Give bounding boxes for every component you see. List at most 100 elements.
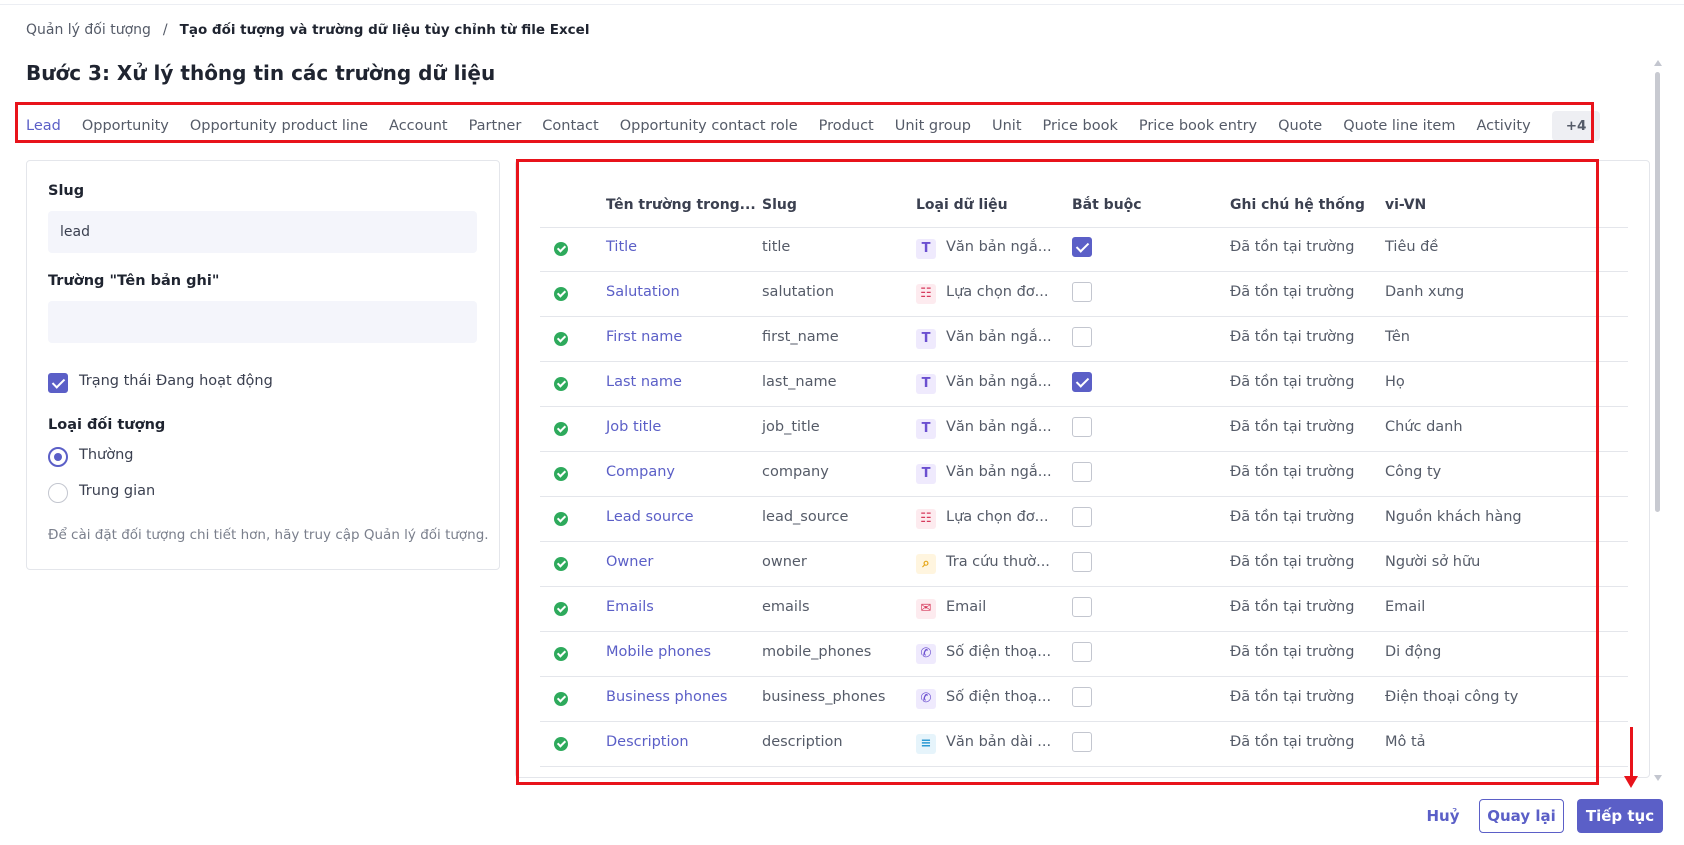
field-name-link[interactable]: Description — [606, 734, 689, 750]
required-checkbox[interactable] — [1072, 597, 1092, 617]
field-data-type: Email — [946, 599, 987, 615]
status-success-icon — [554, 332, 568, 346]
column-header-system-note: Ghi chú hệ thống — [1230, 197, 1365, 213]
required-checkbox[interactable] — [1072, 417, 1092, 437]
tab-lead[interactable]: Lead — [26, 110, 61, 142]
field-name-link[interactable]: Mobile phones — [606, 644, 711, 660]
field-name-link[interactable]: Job title — [606, 419, 661, 435]
field-data-type: Văn bản dài ... — [946, 734, 1052, 750]
required-checkbox[interactable] — [1072, 552, 1092, 572]
field-name-link[interactable]: Emails — [606, 599, 654, 615]
tab-opportunity-product-line[interactable]: Opportunity product line — [190, 110, 368, 142]
required-checkbox[interactable] — [1072, 642, 1092, 662]
field-name-link[interactable]: Last name — [606, 374, 682, 390]
top-divider — [0, 0, 1684, 5]
status-success-icon — [554, 647, 568, 661]
tab-account[interactable]: Account — [389, 110, 448, 142]
field-name-link[interactable]: Salutation — [606, 284, 680, 300]
tab-opportunity-contact-role[interactable]: Opportunity contact role — [620, 110, 798, 142]
tab-quote[interactable]: Quote — [1278, 110, 1322, 142]
object-type-normal-radio[interactable] — [48, 447, 68, 467]
required-checkbox[interactable] — [1072, 327, 1092, 347]
email-icon: ✉ — [916, 599, 936, 619]
status-success-icon — [554, 692, 568, 706]
column-header-slug: Slug — [762, 197, 797, 213]
scroll-up-arrow-icon[interactable] — [1654, 60, 1662, 66]
table-row: Company company T Văn bản ngắ... Đã tồn tại … — [540, 452, 1628, 497]
text-icon: T — [916, 329, 936, 349]
tab-contact[interactable]: Contact — [542, 110, 598, 142]
field-system-note: Đã tồn tại trường — [1230, 419, 1355, 435]
field-system-note: Đã tồn tại trường — [1230, 599, 1355, 615]
tab-partner[interactable]: Partner — [469, 110, 522, 142]
field-slug: salutation — [762, 284, 835, 300]
scroll-down-arrow-icon[interactable] — [1654, 775, 1662, 781]
required-checkbox[interactable] — [1072, 282, 1092, 302]
field-system-note: Đã tồn tại trường — [1230, 689, 1355, 705]
field-data-type: Văn bản ngắ... — [946, 329, 1052, 345]
tab-more-button[interactable]: +4 — [1551, 111, 1601, 141]
record-name-input[interactable] — [48, 301, 477, 343]
field-vi-vn: Email — [1385, 599, 1426, 615]
required-checkbox[interactable] — [1072, 372, 1092, 392]
object-type-normal-label: Thường — [79, 447, 134, 463]
field-slug: mobile_phones — [762, 644, 872, 660]
field-slug: first_name — [762, 329, 839, 345]
table-row: First name first_name T Văn bản ngắ... Đã tồ… — [540, 317, 1628, 362]
tab-price-book-entry[interactable]: Price book entry — [1139, 110, 1257, 142]
text-icon: T — [916, 419, 936, 439]
field-name-link[interactable]: Owner — [606, 554, 653, 570]
table-row: Description description ≡ Văn bản dài ... Đã… — [540, 722, 1628, 767]
highlight-arrow-down-icon — [1624, 776, 1638, 788]
status-success-icon — [554, 287, 568, 301]
page-scrollbar-thumb[interactable] — [1655, 72, 1660, 512]
table-row: Mobile phones mobile_phones ✆ Số điện thoạ.… — [540, 632, 1628, 677]
field-name-link[interactable]: First name — [606, 329, 682, 345]
status-success-icon — [554, 737, 568, 751]
tab-quote-line-item[interactable]: Quote line item — [1343, 110, 1455, 142]
required-checkbox[interactable] — [1072, 462, 1092, 482]
field-name-link[interactable]: Company — [606, 464, 675, 480]
object-type-junction-label: Trung gian — [79, 483, 156, 499]
field-vi-vn: Tiêu đề — [1385, 239, 1439, 255]
back-button[interactable]: Quay lại — [1479, 799, 1564, 833]
breadcrumb-separator: / — [162, 22, 168, 38]
tab-unit-group[interactable]: Unit group — [895, 110, 971, 142]
phone-icon: ✆ — [916, 689, 936, 709]
required-checkbox[interactable] — [1072, 732, 1092, 752]
field-data-type: Tra cứu thườ... — [946, 554, 1050, 570]
field-system-note: Đã tồn tại trường — [1230, 329, 1355, 345]
field-vi-vn: Tên — [1385, 329, 1410, 345]
required-checkbox[interactable] — [1072, 237, 1092, 257]
required-checkbox[interactable] — [1072, 687, 1092, 707]
field-data-type: Lựa chọn đơ... — [946, 284, 1049, 300]
tab-unit[interactable]: Unit — [992, 110, 1022, 142]
field-vi-vn: Di động — [1385, 644, 1442, 660]
status-success-icon — [554, 467, 568, 481]
field-name-link[interactable]: Title — [606, 239, 637, 255]
required-checkbox[interactable] — [1072, 507, 1092, 527]
field-system-note: Đã tồn tại trường — [1230, 464, 1355, 480]
next-button[interactable]: Tiếp tục — [1577, 799, 1663, 833]
slug-input[interactable] — [48, 211, 477, 253]
required-checkbox[interactable] — [1072, 777, 1092, 778]
object-type-junction-radio[interactable] — [48, 483, 68, 503]
tab-price-book[interactable]: Price book — [1043, 110, 1118, 142]
field-name-link[interactable]: Business phones — [606, 689, 727, 705]
tab-activity[interactable]: Activity — [1476, 110, 1530, 142]
field-system-note: Đã tồn tại trường — [1230, 239, 1355, 255]
active-status-checkbox[interactable] — [48, 373, 68, 393]
status-success-icon — [554, 422, 568, 436]
table-body: Title title T Văn bản ngắ... Đã tồn tại trườ… — [540, 227, 1628, 778]
table-row: Salutation salutation ☷ Lựa chọn đơ... Đã tồ… — [540, 272, 1628, 317]
tab-opportunity[interactable]: Opportunity — [82, 110, 169, 142]
field-system-note: Đã tồn tại trường — [1230, 554, 1355, 570]
tab-product[interactable]: Product — [819, 110, 874, 142]
cancel-button[interactable]: Huỷ — [1410, 799, 1476, 833]
field-system-note: Đã tồn tại trường — [1230, 734, 1355, 750]
field-name-link[interactable]: Lead source — [606, 509, 694, 525]
field-data-type: Lựa chọn đơ... — [946, 509, 1049, 525]
column-header-required: Bắt buộc — [1072, 197, 1142, 213]
breadcrumb-parent-link[interactable]: Quản lý đối tượng — [26, 22, 151, 38]
object-tabs: Lead Opportunity Opportunity product line A… — [26, 106, 1601, 146]
